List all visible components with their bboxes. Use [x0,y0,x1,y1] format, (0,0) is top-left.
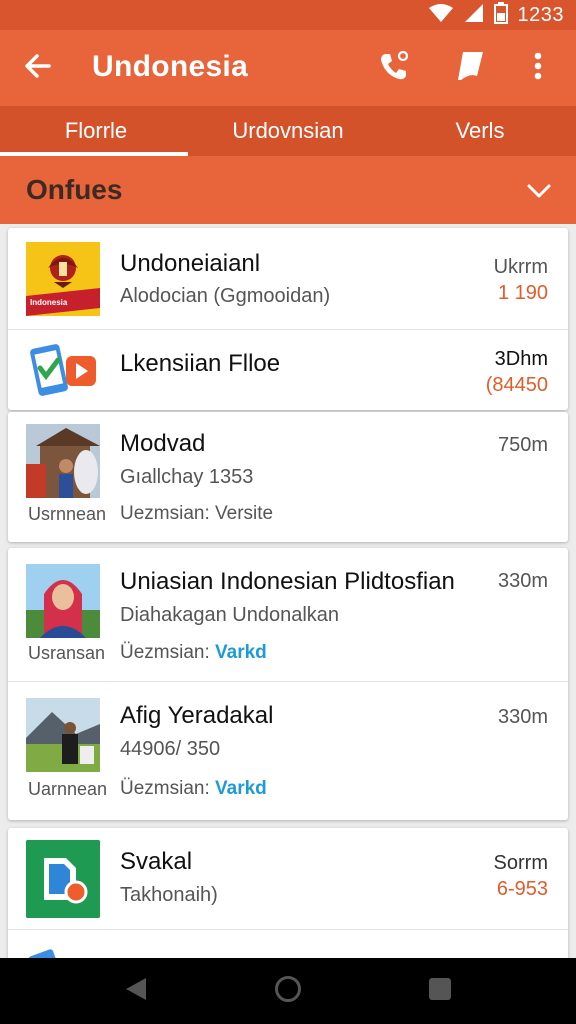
nav-home-icon [274,975,302,1008]
item-subtitle: 44906/ 350 [120,738,221,760]
signal-icon [464,3,484,28]
indonesia-emblem-image: Indonesia [26,242,100,316]
item-title: Modvad [120,430,206,457]
back-button[interactable] [18,48,58,88]
system-nav-bar [0,958,576,1024]
tab-bar: Florrle Urdovnsian Verls [0,106,576,156]
item-distance: 750m [497,434,548,456]
item-title: Undoneiaianl [120,250,261,277]
item-title: Lkensiian Flloe [120,350,281,377]
list-card: Indonesia Undoneiaianl Alodocian (Ggmooi… [8,228,568,410]
woman-portrait-photo [26,564,100,638]
meta-prefix: Üezmsian: [120,642,210,663]
item-meta: Üezmsian: Varkd [120,642,267,664]
item-distance: 330m [497,570,548,592]
checklist-video-icon [26,338,100,402]
item-subtitle: Alodocian (Ggmooidan) [120,285,331,307]
meta-link[interactable]: Varkd [215,778,267,799]
item-price: 6-953 [496,878,548,900]
man-field-photo [26,698,100,772]
status-bar: 1233 [0,0,576,30]
item-title: Afig Yeradakal [120,702,274,729]
list-item[interactable]: Modvad Gıallchay 1353 Usrnnean Uezmsian:… [8,412,568,542]
item-title: Svakal [120,848,193,875]
bookmark-icon [454,49,486,88]
item-distance: 3Dhm [494,348,548,370]
list-item[interactable]: Afig Yeradakal 44906/ 350 Uarnnean Üezms… [8,682,568,820]
bookmark-button[interactable] [450,48,490,88]
tab-florrle[interactable]: Florrle [0,106,192,156]
meta-link[interactable]: Varkd [215,642,267,663]
tab-urdovnsian[interactable]: Urdovnsian [192,106,384,156]
list-item[interactable]: Indonesia Undoneiaianl Alodocian (Ggmooi… [8,228,568,330]
nav-recents-button[interactable] [420,971,460,1011]
list-card: Modvad Gıallchay 1353 Usrnnean Uezmsian:… [8,412,568,542]
nav-back-icon [124,976,148,1007]
nav-back-button[interactable] [116,971,156,1011]
document-app-icon [26,840,100,918]
chevron-down-icon [524,176,554,206]
call-button[interactable] [374,48,414,88]
item-subtitle: Takhonaih) [120,884,218,906]
filter-dropdown[interactable]: Onfues [0,156,576,224]
nav-recents-icon [428,977,452,1006]
status-icons: 1233 [428,0,565,30]
nav-home-button[interactable] [268,971,308,1011]
item-meta: Uezmsian: Versite [120,503,273,525]
more-vert-icon [533,51,543,86]
item-meta-label: Usrnnean [28,504,107,524]
more-options-button[interactable] [518,48,558,88]
item-price: (84450 [485,374,548,396]
back-arrow-icon [23,51,53,86]
item-distance: 330m [497,706,548,728]
status-time: 1233 [517,3,564,26]
item-subtitle: Diahakagan Undonalkan [120,604,340,626]
list-card: Uniasian Indonesian Plidtosfian Diahakag… [8,548,568,820]
item-meta: Üezmsian: Varkd [120,778,267,800]
item-price: 1 190 [497,282,548,304]
item-distance: Ukrrm [493,256,548,278]
phone-icon [377,49,411,88]
tab-verls[interactable]: Verls [384,106,576,156]
wifi-icon [428,3,454,28]
item-distance: Sorrm [493,852,548,874]
item-title: Uniasian Indonesian Plidtosfian [120,568,455,595]
village-photo [26,424,100,498]
meta-prefix: Üezmsian: [120,778,210,799]
meta-value: Versite [215,503,274,524]
item-meta-label: Uarnnean [28,779,108,799]
list-card: Svakal Takhonaih) Sorrm 6-953 [8,828,568,980]
meta-prefix: Uezmsian: [120,503,210,524]
app-title: Undonesia [92,50,249,83]
list-item[interactable]: Svakal Takhonaih) Sorrm 6-953 [8,828,568,930]
filter-label: Onfues [26,174,123,205]
battery-icon [493,1,508,29]
item-subtitle: Gıallchay 1353 [120,466,254,488]
list-item[interactable]: Uniasian Indonesian Plidtosfian Diahakag… [8,548,568,682]
item-meta-label: Usransan [28,643,106,663]
emblem-badge-text: Indonesia [30,298,68,307]
list-item[interactable]: Lkensiian Flloe 3Dhm (84450 [8,330,568,410]
app-bar: Undonesia [0,30,576,106]
